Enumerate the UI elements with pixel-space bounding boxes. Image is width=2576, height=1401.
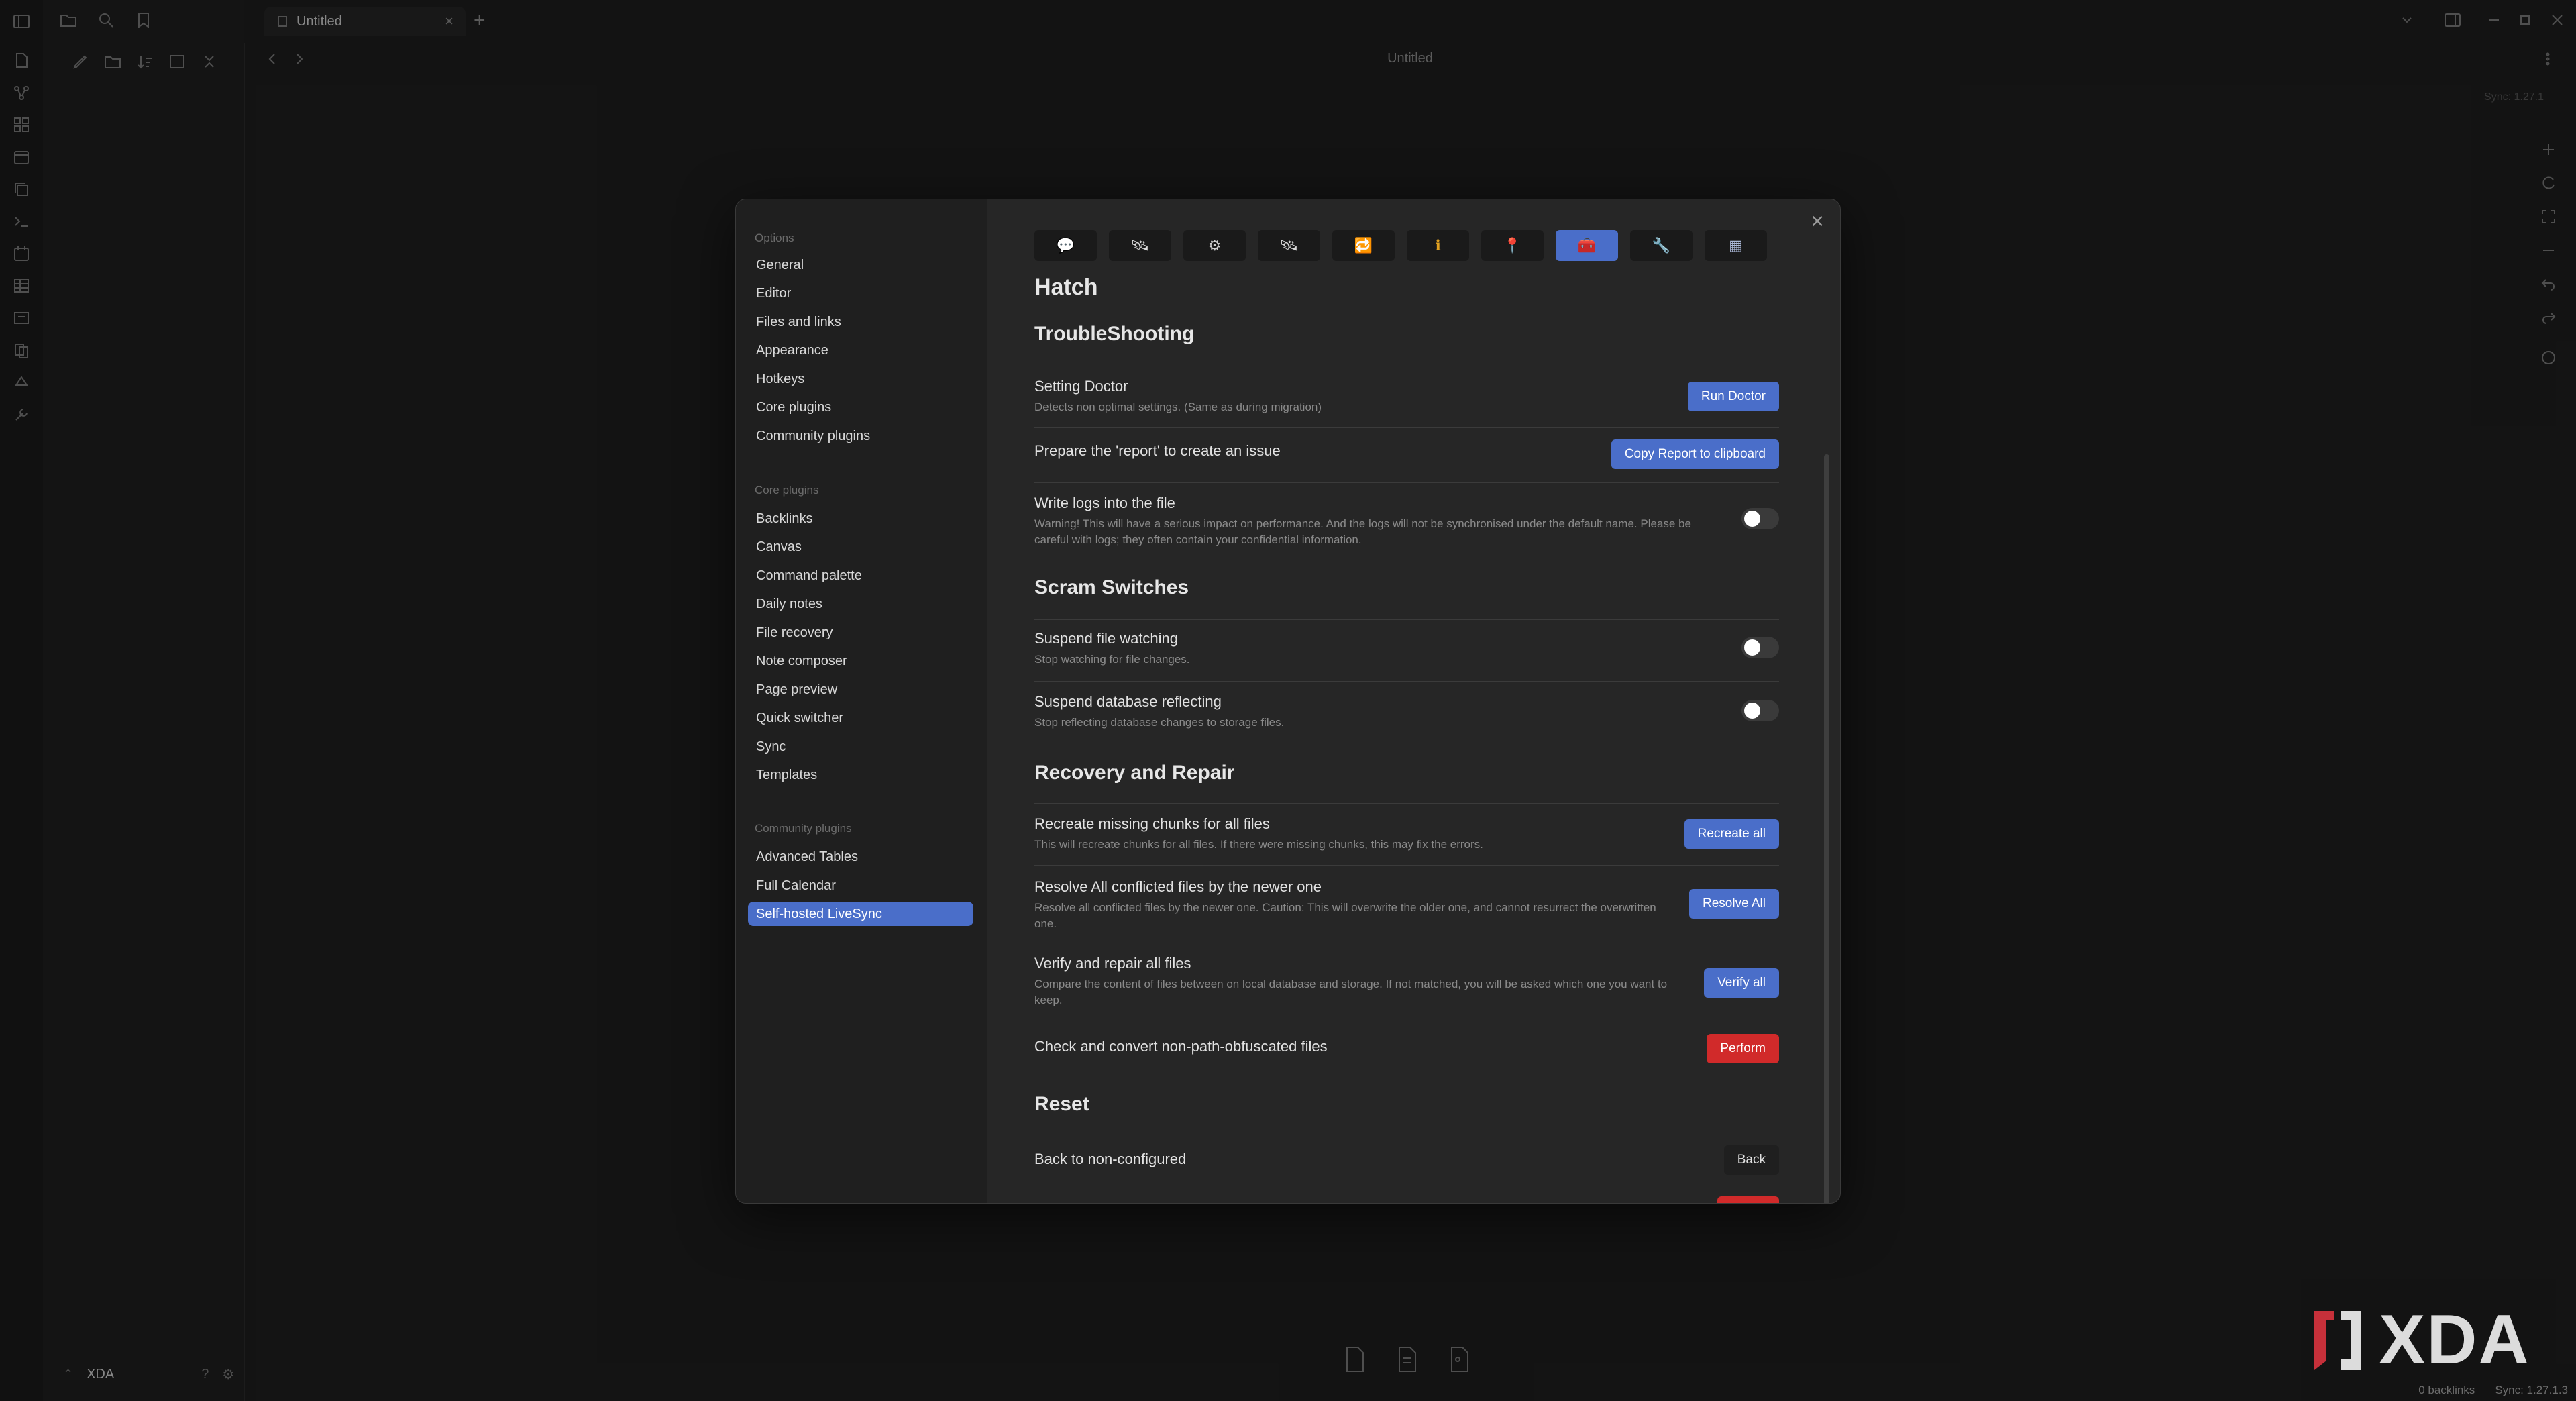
copy-report-button[interactable]: Copy Report to clipboard (1611, 439, 1779, 469)
cut-off-danger-button[interactable] (1717, 1196, 1779, 1203)
divider (1034, 681, 1779, 682)
verify-repair-desc: Compare the content of files between on … (1034, 978, 1668, 1006)
nav-item-appearance[interactable]: Appearance (748, 338, 973, 362)
info-icon[interactable]: ℹ (1407, 230, 1469, 261)
settings-modal: Options General Editor Files and links A… (735, 199, 1841, 1204)
convert-obfuscated-name: Check and convert non-path-obfuscated fi… (1034, 1038, 1328, 1055)
nav-item-community-plugins[interactable]: Community plugins (748, 424, 973, 448)
nav-item-general[interactable]: General (748, 253, 973, 277)
status-bar: 0 backlinks Sync: 1.27.1.3 (2418, 1384, 2568, 1397)
toggle-knob (1744, 639, 1760, 656)
sync-icon[interactable]: 🔁 (1332, 230, 1395, 261)
back-button[interactable]: Back (1723, 1145, 1779, 1175)
xda-watermark: XDA (2308, 1300, 2530, 1380)
settings-content: 💬 🛰 ⚙ 🛰 🔁 ℹ 📍 🧰 🔧 ▦ Hatch TroubleShootin… (1034, 199, 1792, 1203)
setting-doctor-desc: Detects non optimal settings. (Same as d… (1034, 401, 1322, 413)
divider (1034, 482, 1779, 483)
nav-item-core-plugins[interactable]: Core plugins (748, 395, 973, 419)
nav-group-community-plugins: Community plugins (755, 822, 852, 835)
write-logs-name: Write logs into the file (1034, 495, 1175, 511)
settings-scrollbar[interactable] (1824, 454, 1829, 1203)
verify-repair-name: Verify and repair all files (1034, 955, 1191, 972)
write-logs-toggle[interactable] (1741, 508, 1779, 529)
resolve-all-button[interactable]: Resolve All (1689, 889, 1779, 919)
nav-item-quick-switcher[interactable]: Quick switcher (748, 706, 973, 730)
write-logs-desc: Warning! This will have a serious impact… (1034, 517, 1691, 546)
satellite-icon[interactable]: 🛰 (1258, 230, 1320, 261)
toggle-knob (1744, 703, 1760, 719)
remote-database-icon[interactable]: 🛰 (1109, 230, 1171, 261)
suspend-db-reflecting-name: Suspend database reflecting (1034, 693, 1222, 710)
nav-group-options: Options (755, 231, 794, 244)
section-scram-switches: Scram Switches (1034, 576, 1189, 599)
nav-item-daily-notes[interactable]: Daily notes (748, 592, 973, 616)
back-to-non-configured-name: Back to non-configured (1034, 1151, 1187, 1168)
section-reset: Reset (1034, 1093, 1089, 1115)
settings-nav: Options General Editor Files and links A… (736, 199, 987, 1203)
report-setting-name: Prepare the 'report' to create an issue (1034, 442, 1281, 459)
divider (1034, 865, 1779, 866)
perform-button[interactable]: Perform (1707, 1034, 1779, 1063)
pane-title: Hatch (1034, 274, 1098, 300)
nav-item-backlinks[interactable]: Backlinks (748, 507, 973, 531)
recreate-all-button[interactable]: Recreate all (1684, 819, 1779, 849)
xda-wordmark: XDA (2379, 1301, 2530, 1379)
toolbox-icon[interactable]: 🧰 (1556, 230, 1618, 261)
suspend-file-watching-name: Suspend file watching (1034, 630, 1179, 647)
nav-item-hotkeys[interactable]: Hotkeys (748, 367, 973, 391)
recreate-chunks-name: Recreate missing chunks for all files (1034, 815, 1270, 832)
wrench-icon[interactable]: 🔧 (1630, 230, 1693, 261)
nav-item-page-preview[interactable]: Page preview (748, 678, 973, 702)
nav-item-editor[interactable]: Editor (748, 281, 973, 305)
close-modal-button[interactable]: × (1811, 209, 1824, 235)
suspend-db-reflecting-toggle[interactable] (1741, 700, 1779, 721)
resolve-conflicts-name: Resolve All conflicted files by the newe… (1034, 878, 1322, 895)
nav-item-templates[interactable]: Templates (748, 763, 973, 787)
nav-group-core-plugins: Core plugins (755, 484, 819, 497)
suspend-file-watching-toggle[interactable] (1741, 637, 1779, 658)
nav-item-file-recovery[interactable]: File recovery (748, 621, 973, 645)
toggle-knob (1744, 511, 1760, 527)
xda-logo-icon (2314, 1310, 2361, 1370)
gear-icon[interactable]: ⚙ (1183, 230, 1246, 261)
section-troubleshooting: TroubleShooting (1034, 323, 1195, 345)
setting-doctor-name: Setting Doctor (1034, 378, 1128, 395)
nav-item-canvas[interactable]: Canvas (748, 535, 973, 559)
pin-icon[interactable]: 📍 (1481, 230, 1544, 261)
suspend-db-reflecting-desc: Stop reflecting database changes to stor… (1034, 716, 1285, 729)
nav-item-self-hosted-livesync[interactable]: Self-hosted LiveSync (748, 902, 973, 926)
divider (1034, 427, 1779, 428)
table-icon[interactable]: ▦ (1705, 230, 1767, 261)
suspend-file-watching-desc: Stop watching for file changes. (1034, 653, 1190, 666)
livesync-tab-bar: 💬 🛰 ⚙ 🛰 🔁 ℹ 📍 🧰 🔧 ▦ (1034, 230, 1767, 261)
resolve-conflicts-desc: Resolve all conflicted files by the newe… (1034, 901, 1656, 930)
nav-item-note-composer[interactable]: Note composer (748, 649, 973, 673)
divider (1034, 619, 1779, 620)
divider (1034, 803, 1779, 804)
backlinks-count[interactable]: 0 backlinks (2418, 1384, 2475, 1397)
sync-status[interactable]: Sync: 1.27.1.3 (2495, 1384, 2568, 1397)
nav-item-command-palette[interactable]: Command palette (748, 564, 973, 588)
nav-item-files-and-links[interactable]: Files and links (748, 310, 973, 334)
section-recovery-and-repair: Recovery and Repair (1034, 762, 1235, 784)
recreate-chunks-desc: This will recreate chunks for all files.… (1034, 838, 1483, 851)
nav-item-sync[interactable]: Sync (748, 735, 973, 759)
verify-all-button[interactable]: Verify all (1704, 968, 1779, 998)
speech-balloon-icon[interactable]: 💬 (1034, 230, 1097, 261)
nav-item-advanced-tables[interactable]: Advanced Tables (748, 845, 973, 869)
run-doctor-button[interactable]: Run Doctor (1687, 382, 1779, 411)
nav-item-full-calendar[interactable]: Full Calendar (748, 874, 973, 898)
